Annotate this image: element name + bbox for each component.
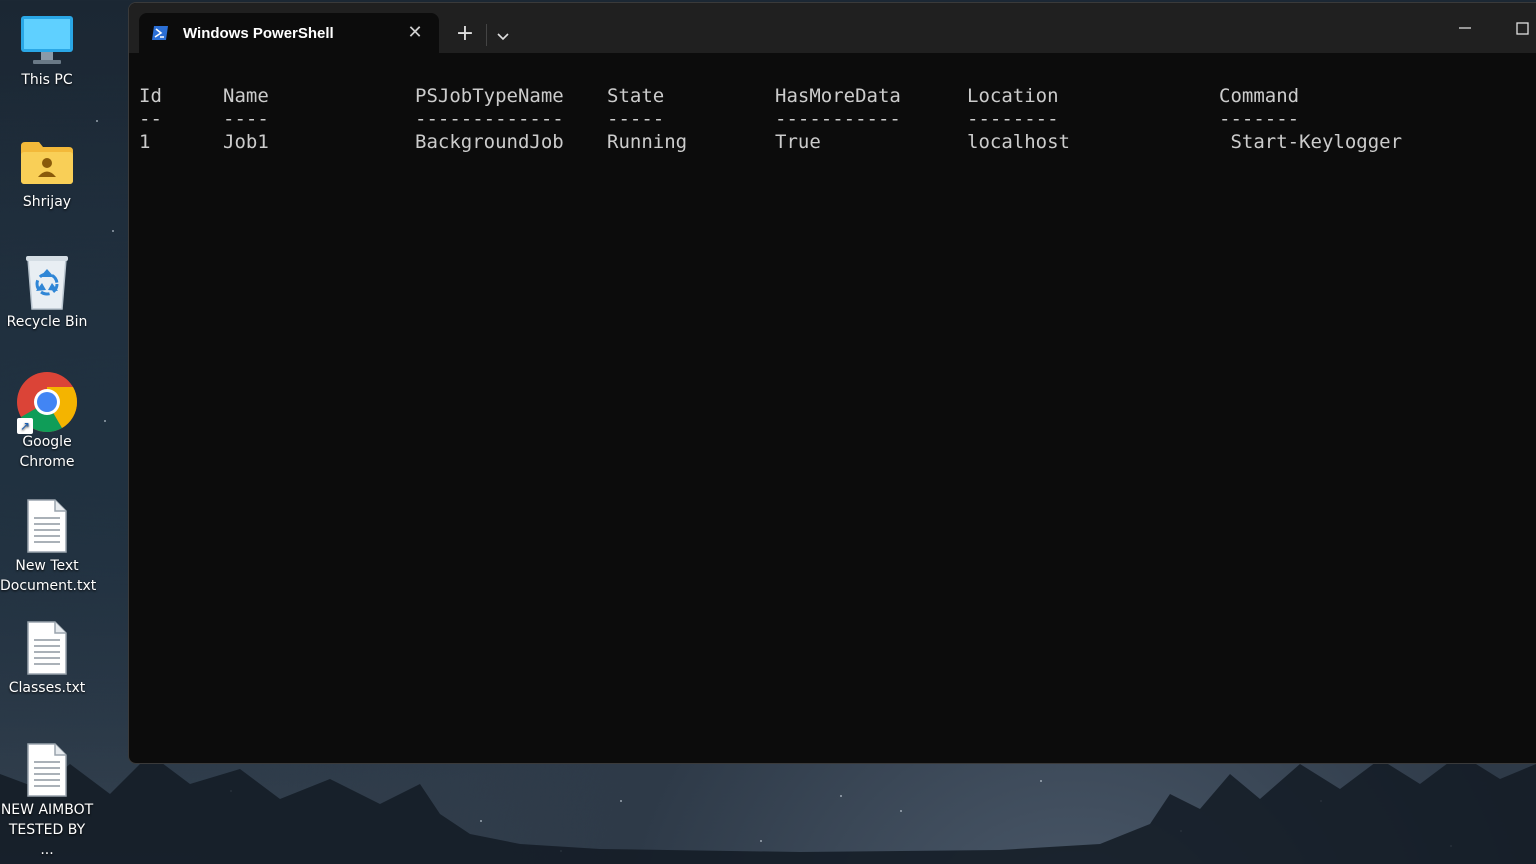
tab-windows-powershell[interactable]: Windows PowerShell ✕ bbox=[139, 13, 439, 53]
column-header: Id bbox=[139, 85, 162, 107]
desktop-icon-shrijay[interactable]: Shrijay bbox=[0, 132, 94, 212]
wallpaper-trees bbox=[0, 754, 1536, 864]
column-header: Name bbox=[223, 85, 269, 107]
text-file-icon bbox=[15, 618, 79, 678]
header-underline: ------------- bbox=[415, 108, 564, 130]
monitor-icon bbox=[15, 10, 79, 70]
desktop-icon-label: Classes.txt bbox=[8, 680, 86, 696]
desktop-icon-label: Recycle Bin bbox=[6, 314, 88, 330]
header-underline: ----- bbox=[607, 108, 665, 130]
job-command: Start-Keylogger bbox=[1219, 131, 1403, 153]
desktop-icon-label: NEW AIMBOT TESTED BY ... bbox=[0, 802, 94, 858]
text-file-icon bbox=[15, 740, 79, 800]
column-header: State bbox=[607, 85, 665, 107]
desktop-icon-recycle-bin[interactable]: Recycle Bin bbox=[0, 252, 94, 332]
console-header-row: Id Name PSJobTypeName State HasMoreData … bbox=[139, 85, 1536, 108]
desktop-icon-new-text-document[interactable]: New Text Document.txt bbox=[0, 496, 97, 596]
job-id: 1 bbox=[139, 131, 151, 153]
job-type: BackgroundJob bbox=[415, 131, 564, 153]
desktop-icon-classes[interactable]: Classes.txt bbox=[0, 618, 94, 698]
console-output[interactable]: Id Name PSJobTypeName State HasMoreData … bbox=[139, 85, 1536, 154]
column-header: HasMoreData bbox=[775, 85, 901, 107]
job-location: localhost bbox=[967, 131, 1070, 153]
job-has-more-data: True bbox=[775, 131, 821, 153]
close-tab-icon[interactable]: ✕ bbox=[405, 23, 425, 43]
title-bar[interactable]: Windows PowerShell ✕ + bbox=[129, 3, 1536, 53]
column-header: PSJobTypeName bbox=[415, 85, 564, 107]
text-file-icon bbox=[15, 496, 79, 556]
desktop-icon-this-pc[interactable]: This PC bbox=[0, 10, 94, 90]
powershell-window: Windows PowerShell ✕ + Id Name PSJobType… bbox=[128, 2, 1536, 764]
job-row: 1 Job1 BackgroundJob Running True localh… bbox=[139, 131, 1536, 154]
desktop-icon-label: New Text Document.txt bbox=[0, 558, 97, 594]
job-state: Running bbox=[607, 131, 688, 153]
header-underline: ----------- bbox=[775, 108, 901, 130]
tab-title: Windows PowerShell bbox=[183, 24, 334, 42]
job-name: Job1 bbox=[223, 131, 269, 153]
desktop-icon-new-aimbot[interactable]: NEW AIMBOT TESTED BY ... bbox=[0, 740, 94, 860]
chevron-down-icon[interactable] bbox=[491, 25, 515, 47]
header-underline: -- bbox=[139, 108, 162, 130]
minimize-icon[interactable] bbox=[1445, 15, 1485, 45]
desktop-icon-label: Shrijay bbox=[22, 194, 72, 210]
header-underline: -------- bbox=[967, 108, 1059, 130]
column-header: Command bbox=[1219, 85, 1300, 107]
console-underline-row: -- ---- ------------- ----- ----------- … bbox=[139, 108, 1536, 131]
user-folder-icon bbox=[15, 132, 79, 192]
shortcut-arrow-icon: ↗ bbox=[17, 418, 33, 434]
tab-divider bbox=[486, 24, 487, 46]
powershell-icon bbox=[152, 26, 168, 40]
header-underline: ------- bbox=[1219, 108, 1300, 130]
desktop-icon-label: This PC bbox=[21, 72, 73, 88]
new-tab-button[interactable]: + bbox=[451, 23, 479, 47]
maximize-icon[interactable] bbox=[1503, 15, 1536, 45]
header-underline: ---- bbox=[223, 108, 269, 130]
recycle-bin-icon bbox=[15, 252, 79, 312]
desktop-icon-google-chrome[interactable]: ↗ Google Chrome bbox=[0, 372, 94, 472]
chrome-icon: ↗ bbox=[15, 372, 79, 434]
desktop-icon-label: Google Chrome bbox=[19, 434, 75, 470]
column-header: Location bbox=[967, 85, 1059, 107]
